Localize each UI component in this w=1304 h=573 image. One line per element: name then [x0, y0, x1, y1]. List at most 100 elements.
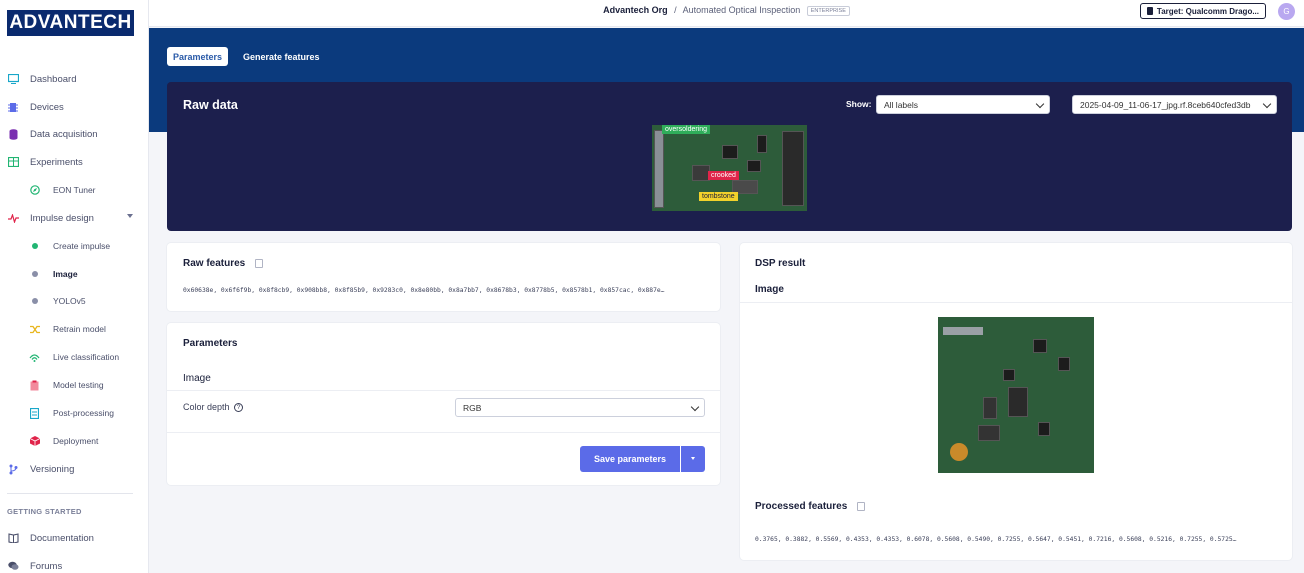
pcb-component	[983, 397, 997, 419]
enterprise-badge: ENTERPRISE	[806, 5, 850, 16]
processed-features-title: Processed features	[755, 501, 848, 512]
breadcrumb-project[interactable]: Automated Optical Inspection	[683, 5, 801, 15]
tab-parameters[interactable]: Parameters	[167, 47, 229, 66]
pcb-component	[950, 443, 968, 461]
package-icon	[29, 435, 40, 447]
chip-icon	[1146, 7, 1153, 15]
monitor-icon	[7, 73, 19, 85]
sidebar-item-deployment[interactable]: Deployment	[0, 431, 149, 451]
chevron-down-icon	[127, 214, 133, 218]
sidebar-item-create-impulse[interactable]: Create impulse	[0, 236, 149, 256]
divider	[167, 432, 720, 433]
color-depth-value: RGB	[463, 402, 482, 413]
sidebar-item-label: Impulse design	[30, 212, 94, 224]
label-tag-crooked: crooked	[708, 171, 739, 180]
dot-icon	[29, 268, 40, 280]
save-parameters-button[interactable]: Save parameters	[580, 446, 680, 472]
label-filter-value: All labels	[884, 99, 919, 110]
tab-generate-features[interactable]: Generate features	[237, 47, 326, 66]
color-depth-select[interactable]: RGB	[455, 398, 705, 417]
breadcrumb: Advantech Org / Automated Optical Inspec…	[149, 5, 1304, 16]
sidebar-item-documentation[interactable]: Documentation	[0, 528, 149, 548]
processed-features-values: 0.3765, 0.3882, 0.5569, 0.4353, 0.4353, …	[755, 536, 1237, 543]
advantech-logo[interactable]: ADVANTECH	[7, 10, 134, 36]
copy-icon[interactable]	[857, 501, 866, 511]
help-icon[interactable]: ?	[234, 403, 244, 413]
dot-icon	[29, 240, 40, 252]
raw-features-values: 0x60638e, 0x6f6f9b, 0x8f8cb9, 0x908bb8, …	[183, 287, 665, 294]
chevron-down-icon	[690, 402, 700, 412]
sidebar-item-model-testing[interactable]: Model testing	[0, 375, 149, 395]
processed-features-heading: Processed features	[755, 501, 866, 512]
sidebar-item-eon-tuner[interactable]: EON Tuner	[0, 180, 149, 200]
pcb-component	[1033, 339, 1047, 353]
sidebar-item-dashboard[interactable]: Dashboard	[0, 69, 149, 89]
parameters-section-image: Image	[183, 373, 211, 384]
sidebar-item-label: Image	[53, 269, 78, 279]
sidebar-item-label: Deployment	[53, 436, 99, 446]
top-bar: Advantech Org / Automated Optical Inspec…	[149, 0, 1304, 27]
sidebar-item-post-processing[interactable]: Post-processing	[0, 403, 149, 423]
breadcrumb-org[interactable]: Advantech Org	[603, 5, 668, 15]
sidebar-item-label: Live classification	[53, 352, 120, 362]
pcb-component	[757, 135, 767, 153]
pulse-icon	[7, 212, 19, 224]
book-icon	[7, 532, 19, 544]
divider	[167, 390, 720, 391]
color-depth-label: Color depth ?	[183, 402, 244, 413]
breadcrumb-separator: /	[674, 5, 677, 15]
sidebar-item-experiments[interactable]: Experiments	[0, 152, 149, 172]
sidebar-item-image[interactable]: Image	[0, 264, 149, 284]
raw-data-card: Raw data Show: All labels 2025-04-09_11-…	[167, 82, 1292, 231]
sidebar-item-data-acquisition[interactable]: Data acquisition	[0, 124, 149, 144]
sidebar-divider	[7, 493, 133, 494]
clipboard-icon	[29, 379, 40, 391]
sidebar-item-label: YOLOv5	[53, 296, 86, 306]
target-device-label: Target: Qualcomm Drago...	[1156, 6, 1259, 16]
label-filter-select[interactable]: All labels	[876, 95, 1050, 114]
raw-sample-image: oversoldering crooked tombstone	[652, 125, 807, 211]
sidebar-item-label: Forums	[30, 560, 63, 572]
pcb-component	[782, 131, 804, 206]
raw-features-title: Raw features	[183, 258, 246, 269]
raw-features-card: Raw features 0x60638e, 0x6f6f9b, 0x8f8cb…	[167, 243, 720, 311]
sample-select[interactable]: 2025-04-09_11-06-17_jpg.rf.8ceb640cfed3d…	[1072, 95, 1277, 114]
section-label-getting-started: GETTING STARTED	[7, 507, 82, 516]
copy-icon[interactable]	[255, 258, 264, 268]
divider	[740, 302, 1292, 303]
pcb-component	[1058, 357, 1070, 371]
signal-icon	[29, 351, 40, 363]
chevron-down-icon	[1035, 99, 1045, 109]
sidebar-item-label: EON Tuner	[53, 185, 96, 195]
sample-value: 2025-04-09_11-06-17_jpg.rf.8ceb640cfed3d…	[1080, 99, 1251, 110]
color-depth-text: Color depth	[183, 402, 230, 412]
database-icon	[7, 128, 19, 140]
avatar[interactable]: G	[1278, 3, 1295, 20]
pcb-component	[747, 160, 761, 172]
sidebar-item-devices[interactable]: Devices	[0, 97, 149, 117]
raw-data-title: Raw data	[183, 98, 238, 112]
sidebar-item-label: Retrain model	[53, 324, 106, 334]
sidebar-item-impulse-design[interactable]: Impulse design	[0, 208, 149, 228]
dsp-image-title: Image	[755, 284, 784, 295]
pcb-component	[722, 145, 738, 159]
sidebar-item-label: Dashboard	[30, 73, 77, 85]
target-device-button[interactable]: Target: Qualcomm Drago...	[1139, 3, 1266, 19]
sidebar-item-live-classification[interactable]: Live classification	[0, 347, 149, 367]
sidebar-item-retrain-model[interactable]: Retrain model	[0, 319, 149, 339]
table-icon	[7, 156, 19, 168]
label-tag-tombstone: tombstone	[699, 192, 738, 201]
pcb-component	[943, 327, 983, 335]
pcb-component	[1038, 422, 1050, 436]
save-options-dropdown[interactable]	[681, 446, 705, 472]
chat-icon	[7, 560, 19, 572]
sidebar-item-versioning[interactable]: Versioning	[0, 459, 149, 479]
sidebar-item-label: Documentation	[30, 532, 94, 544]
sidebar-item-label: Data acquisition	[30, 128, 98, 140]
pcb-component	[1008, 387, 1028, 417]
sidebar-item-label: Model testing	[53, 380, 104, 390]
sidebar-item-forums[interactable]: Forums	[0, 556, 149, 573]
show-label: Show:	[846, 99, 872, 109]
compass-icon	[29, 184, 40, 196]
sidebar-item-yolov5[interactable]: YOLOv5	[0, 291, 149, 311]
